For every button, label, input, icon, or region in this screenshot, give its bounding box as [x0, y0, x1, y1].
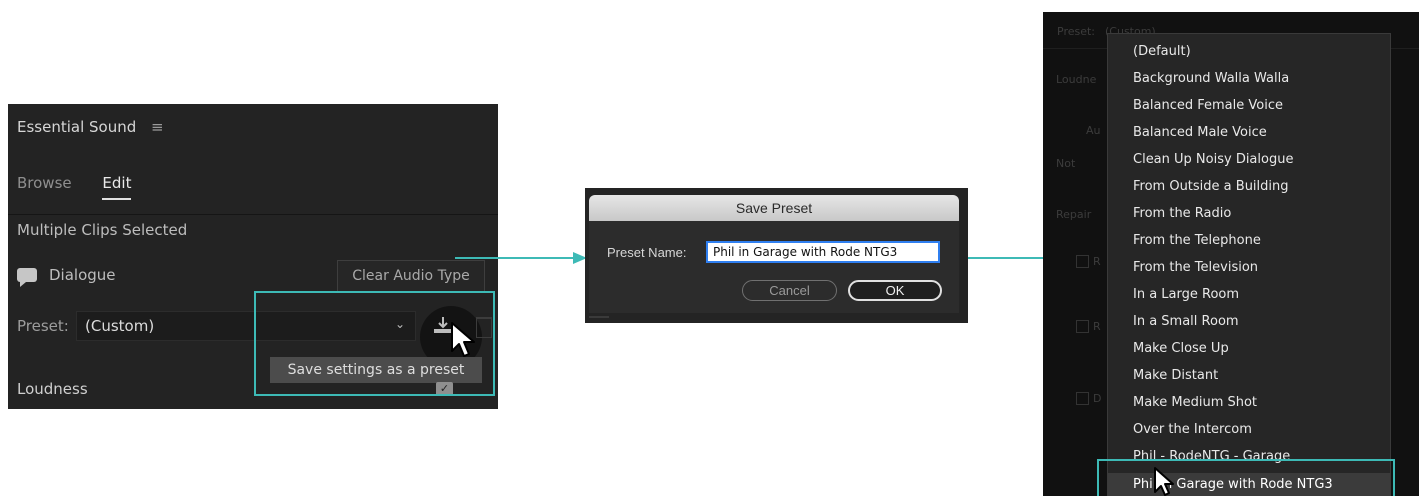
cursor-icon — [1154, 467, 1174, 496]
preset-menu: (Default) Background Walla Walla Balance… — [1107, 33, 1391, 496]
preset-menu-item[interactable]: From the Radio — [1133, 206, 1231, 221]
preset-menu-item[interactable]: Make Close Up — [1133, 341, 1229, 356]
speech-bubble-icon — [17, 268, 37, 287]
preset-menu-item[interactable]: In a Large Room — [1133, 287, 1239, 302]
highlight-box-new-preset — [1097, 459, 1395, 496]
audio-type-label: Dialogue — [49, 266, 116, 284]
dialog-title: Save Preset — [589, 195, 959, 221]
preset-menu-item[interactable]: Background Walla Walla — [1133, 71, 1289, 86]
bg-not-label: Not — [1056, 157, 1076, 170]
bg-repair-label: Repair — [1056, 208, 1092, 221]
preset-menu-item[interactable]: Clean Up Noisy Dialogue — [1133, 152, 1293, 167]
preset-menu-item[interactable]: Make Medium Shot — [1133, 395, 1257, 410]
preset-menu-item[interactable]: From the Telephone — [1133, 233, 1261, 248]
divider — [589, 316, 609, 318]
tab-browse[interactable]: Browse — [17, 174, 72, 192]
bg-preset-label: Preset: — [1057, 25, 1096, 38]
preset-select-value: (Custom) — [85, 317, 155, 335]
connector-arrow-1 — [455, 252, 587, 264]
checkbox-icon — [1076, 320, 1089, 333]
preset-name-input[interactable] — [706, 241, 940, 263]
preset-menu-item[interactable]: Balanced Female Voice — [1133, 98, 1283, 113]
preset-dropdown-panel: Preset: (Custom) Loudne Au Not Repair R … — [1043, 12, 1419, 496]
preset-menu-item[interactable]: From Outside a Building — [1133, 179, 1289, 194]
divider — [8, 214, 498, 215]
checkbox-icon — [1076, 392, 1089, 405]
preset-label: Preset: — [17, 317, 69, 335]
checkbox-icon — [1076, 255, 1089, 268]
selection-label: Multiple Clips Selected — [17, 221, 188, 239]
preset-menu-item[interactable]: From the Television — [1133, 260, 1258, 275]
bg-option-label: D — [1093, 392, 1102, 405]
ok-button[interactable]: OK — [848, 280, 942, 301]
cancel-button[interactable]: Cancel — [742, 280, 837, 301]
preset-menu-item[interactable]: Make Distant — [1133, 368, 1218, 383]
preset-menu-item[interactable]: In a Small Room — [1133, 314, 1239, 329]
bg-loudness-label: Loudne — [1056, 73, 1097, 86]
bg-auto-label: Au — [1086, 124, 1101, 137]
preset-name-label: Preset Name: — [607, 245, 687, 260]
tab-bar: Browse Edit — [17, 174, 157, 200]
bg-option-label: R — [1093, 320, 1101, 333]
bg-option-label: R — [1093, 255, 1101, 268]
preset-menu-item[interactable]: Over the Intercom — [1133, 422, 1252, 437]
highlight-box-save — [254, 291, 495, 396]
audio-type-row: Dialogue — [17, 266, 116, 287]
panel-menu-icon[interactable]: ≡ — [151, 118, 164, 136]
panel-title-text: Essential Sound — [17, 118, 137, 136]
preset-menu-item[interactable]: (Default) — [1133, 44, 1191, 59]
loudness-section-label: Loudness — [17, 380, 88, 398]
save-preset-dialog: Save Preset Preset Name: Cancel OK — [585, 188, 968, 323]
preset-menu-item[interactable]: Balanced Male Voice — [1133, 125, 1267, 140]
panel-title: Essential Sound ≡ — [17, 118, 164, 136]
tab-edit[interactable]: Edit — [102, 174, 132, 200]
